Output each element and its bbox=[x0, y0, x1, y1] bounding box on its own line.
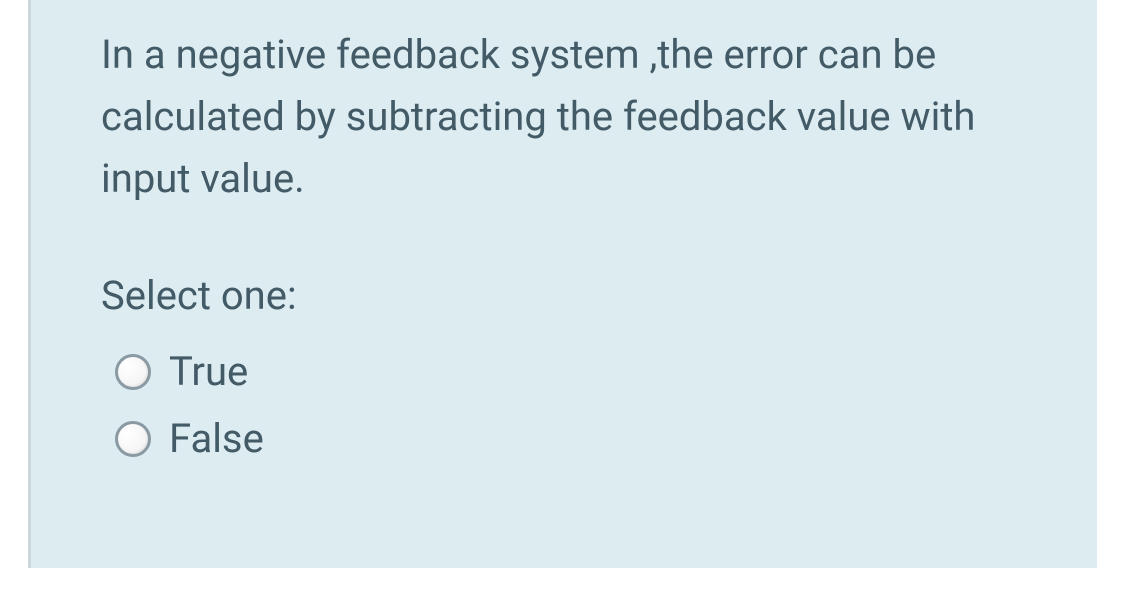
select-prompt: Select one: bbox=[101, 266, 1027, 326]
page-container: In a negative feedback system ,the error… bbox=[0, 0, 1125, 609]
question-text: In a negative feedback system ,the error… bbox=[101, 24, 1027, 210]
question-panel: In a negative feedback system ,the error… bbox=[28, 0, 1097, 568]
option-label-false[interactable]: False bbox=[169, 415, 264, 462]
option-row-true: True bbox=[115, 348, 1027, 395]
option-label-true[interactable]: True bbox=[169, 348, 248, 395]
radio-false[interactable] bbox=[115, 421, 151, 457]
option-row-false: False bbox=[115, 415, 1027, 462]
options-group: True False bbox=[101, 348, 1027, 462]
radio-true[interactable] bbox=[115, 354, 151, 390]
